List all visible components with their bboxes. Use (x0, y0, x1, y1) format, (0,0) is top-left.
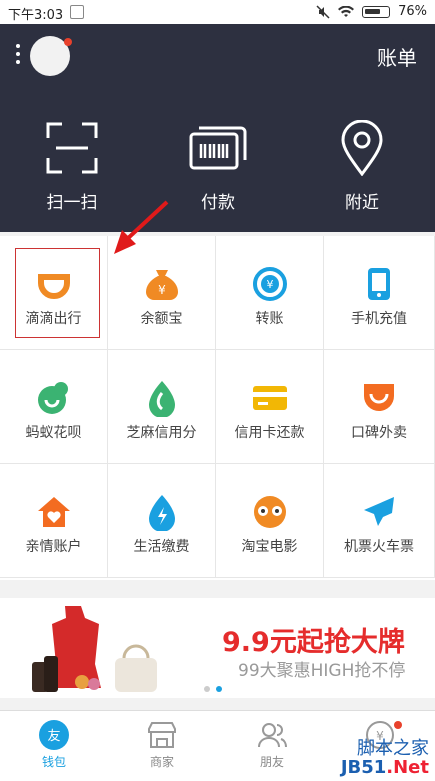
status-right: 76% (316, 4, 427, 19)
grid-item-family[interactable]: 亲情账户 (0, 464, 108, 578)
wifi-icon (338, 5, 355, 17)
svg-text:¥: ¥ (266, 278, 273, 291)
avatar[interactable] (30, 36, 72, 76)
shop-icon (148, 722, 176, 748)
banner-subtitle: 99大聚惠HIGH抢不停 (238, 661, 406, 681)
battery-percent: 76% (398, 4, 427, 19)
scan-icon (46, 122, 98, 174)
plane-ticket-icon (364, 497, 394, 526)
grid-item-label: 口碑外卖 (351, 425, 407, 441)
grid-item-label: 蚂蚁花呗 (25, 425, 82, 441)
quick-action-nearby[interactable]: 附近 (307, 116, 417, 213)
phone-recharge-icon (368, 268, 390, 300)
quick-action-scan[interactable]: 扫一扫 (17, 116, 127, 213)
svg-text:友: 友 (47, 728, 60, 744)
banner-products-illustration (32, 606, 157, 692)
grid-item-label: 亲情账户 (25, 539, 82, 555)
money-bag-icon: ¥ (145, 270, 178, 300)
grid-item-movie[interactable]: 淘宝电影 (216, 464, 324, 578)
grid-item-label: 生活缴费 (133, 539, 190, 555)
koubei-takeout-icon (364, 384, 394, 411)
quick-action-label: 附近 (345, 193, 379, 213)
tab-me-badge (394, 721, 402, 729)
battery-icon (362, 5, 391, 18)
tab-wallet[interactable]: 友 钱包 (14, 717, 94, 770)
banner-title: 9.9元起抢大牌 (222, 627, 405, 658)
grid-item-label: 手机充值 (351, 311, 407, 327)
grid-item-credit-card[interactable]: 信用卡还款 (216, 350, 324, 464)
location-pin-icon (341, 120, 383, 176)
grid-item-huabei[interactable]: 蚂蚁花呗 (0, 350, 108, 464)
svg-text:¥: ¥ (158, 283, 166, 297)
quick-action-label: 付款 (201, 193, 235, 213)
quick-action-label: 扫一扫 (46, 193, 98, 213)
tab-label: 商家 (149, 755, 174, 769)
tab-friends[interactable]: 朋友 (232, 717, 312, 770)
wallet-header: 账单 扫一扫 付款 附近 (0, 24, 435, 232)
wallet-icon: 友 (39, 720, 69, 750)
transfer-icon: ¥ (252, 267, 287, 301)
grid-item-label: 淘宝电影 (241, 539, 298, 555)
promo-banner[interactable]: 9.9元起抢大牌 99大聚惠HIGH抢不停 (0, 598, 435, 698)
grid-item-tickets[interactable]: 机票火车票 (324, 464, 435, 578)
watermark-jb51: JB51 (340, 757, 387, 779)
status-bar: 下午3:03 76% (0, 0, 435, 24)
grid-item-utility[interactable]: 生活缴费 (108, 464, 216, 578)
sesame-credit-icon (148, 381, 175, 417)
mute-icon (316, 4, 330, 19)
grid-item-label: 余额宝 (140, 311, 183, 327)
avatar-badge (64, 38, 72, 46)
barcode-pay-icon (189, 126, 247, 170)
grid-item-label: 转账 (255, 311, 284, 327)
tab-label: 朋友 (259, 755, 284, 769)
taobao-movie-icon (253, 496, 286, 528)
grid-item-phone-recharge[interactable]: 手机充值 (324, 236, 435, 350)
grid-item-sesame[interactable]: 芝麻信用分 (108, 350, 216, 464)
notification-icon (70, 5, 84, 19)
utility-payment-icon (148, 495, 175, 531)
tab-label: 钱包 (41, 755, 66, 769)
grid-item-label: 信用卡还款 (234, 425, 305, 441)
quick-action-pay[interactable]: 付款 (163, 116, 273, 213)
carousel-indicator (204, 686, 222, 692)
status-time: 下午3:03 (8, 8, 64, 23)
grid-item-koubei[interactable]: 口碑外卖 (324, 350, 435, 464)
highlight-box (15, 248, 100, 338)
credit-card-icon (252, 386, 287, 410)
tab-merchants[interactable]: 商家 (122, 717, 202, 770)
bill-button[interactable]: 账单 (377, 42, 417, 71)
site-watermark: 脚本之家 JB51.Net (340, 739, 429, 779)
watermark-net: .Net (386, 757, 429, 779)
friends-icon (258, 723, 287, 748)
family-account-icon (37, 497, 70, 527)
huabei-icon (37, 382, 68, 414)
more-menu-icon[interactable] (16, 44, 22, 64)
grid-item-label: 芝麻信用分 (126, 425, 197, 441)
grid-item-transfer[interactable]: ¥ 转账 (216, 236, 324, 350)
grid-item-label: 机票火车票 (344, 539, 414, 555)
pointer-arrow (114, 200, 169, 254)
